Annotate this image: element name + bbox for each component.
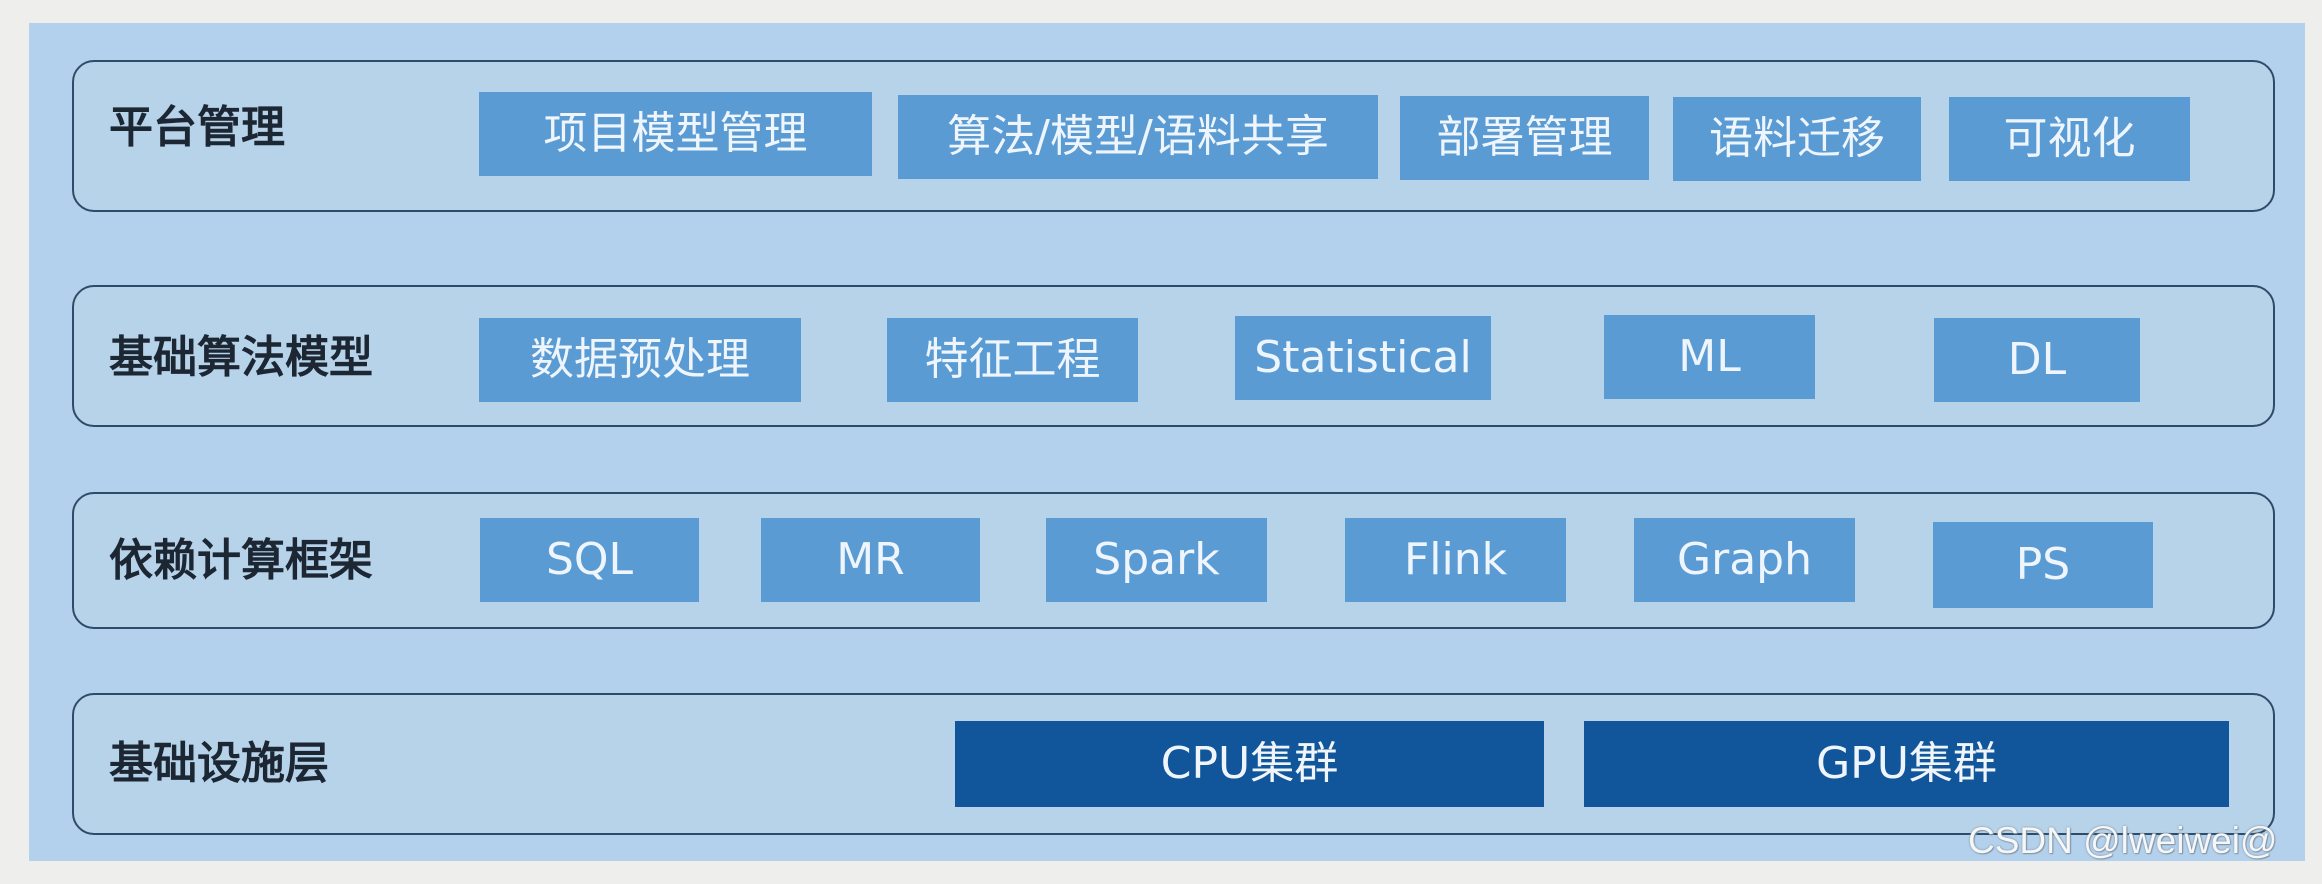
component-ps: PS — [1933, 522, 2153, 608]
component-sql: SQL — [480, 518, 699, 602]
layer-label: 依赖计算框架 — [109, 535, 373, 586]
component-mr: MR — [761, 518, 980, 602]
component-graph: Graph — [1634, 518, 1855, 602]
watermark: CSDN @lweiwei@ — [1968, 820, 2278, 861]
component-cpu-cluster: CPU集群 — [955, 721, 1544, 807]
layer-label: 基础设施层 — [109, 738, 329, 789]
component-flink: Flink — [1345, 518, 1566, 602]
component-project-model-management: 项目模型管理 — [479, 92, 872, 176]
layer-label: 平台管理 — [109, 102, 285, 153]
component-data-preprocessing: 数据预处理 — [479, 318, 801, 402]
component-feature-engineering: 特征工程 — [887, 318, 1138, 402]
component-statistical: Statistical — [1235, 316, 1491, 400]
component-algorithm-model-corpus-sharing: 算法/模型/语料共享 — [898, 95, 1378, 179]
component-spark: Spark — [1046, 518, 1267, 602]
component-deployment-management: 部署管理 — [1400, 96, 1649, 180]
component-corpus-migration: 语料迁移 — [1673, 97, 1921, 181]
component-ml: ML — [1604, 315, 1815, 399]
component-gpu-cluster: GPU集群 — [1584, 721, 2229, 807]
layer-label: 基础算法模型 — [109, 332, 373, 383]
component-dl: DL — [1934, 318, 2140, 402]
component-visualization: 可视化 — [1949, 97, 2190, 181]
